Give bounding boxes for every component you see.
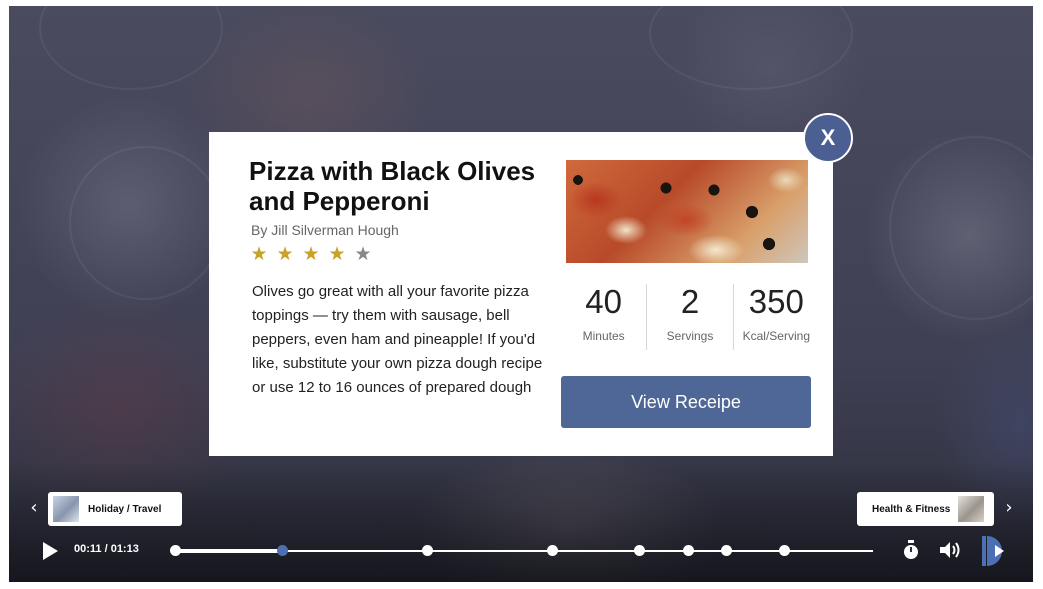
next-thumbnail — [958, 496, 985, 522]
star-icon: ★ — [302, 243, 320, 265]
background-decoration — [889, 136, 1033, 320]
background-decoration — [649, 6, 853, 90]
stat-kcal: 350 Kcal/Serving — [732, 283, 819, 350]
star-icon: ★ — [276, 243, 294, 265]
recipe-card: Pizza with Black Olives and Pepperoni By… — [209, 132, 833, 456]
star-icon: ★ — [328, 243, 346, 265]
recipe-description: Olives go great with all your favorite p… — [252, 283, 543, 396]
chapter-marker[interactable] — [721, 545, 733, 556]
recipe-title: Pizza with Black Olives and Pepperoni — [249, 156, 536, 216]
volume-icon[interactable] — [939, 541, 963, 559]
background-decoration — [39, 6, 223, 90]
pizza-photo — [566, 160, 808, 263]
player-controls: 00:11 / 01:13 — [9, 534, 1033, 568]
star-icon: ★ — [250, 243, 268, 265]
chevron-left-icon[interactable]: ‹ — [26, 499, 42, 517]
chapter-marker[interactable] — [634, 545, 646, 556]
prev-video-label: Holiday / Travel — [88, 503, 162, 515]
stat-value: 350 — [748, 283, 804, 320]
rating-stars: ★ ★ ★ ★ ★ — [249, 244, 373, 264]
time-display: 00:11 / 01:13 — [74, 543, 139, 555]
chevron-right-icon[interactable]: › — [1001, 499, 1017, 517]
stat-label: Minutes — [582, 329, 625, 343]
star-icon: ★ — [354, 243, 372, 265]
chapter-marker[interactable] — [779, 545, 791, 556]
view-recipe-button[interactable]: View Receipe — [561, 376, 811, 428]
logo-icon[interactable] — [982, 536, 1014, 566]
close-button[interactable]: X — [803, 113, 853, 163]
stat-servings: 2 Servings — [646, 284, 732, 350]
play-icon[interactable] — [43, 542, 58, 560]
prev-video-button[interactable]: Holiday / Travel — [48, 492, 182, 526]
stat-label: Servings — [666, 329, 714, 343]
chapter-marker[interactable] — [683, 545, 695, 556]
stat-minutes: 40 Minutes — [561, 284, 646, 350]
recipe-stats: 40 Minutes 2 Servings 350 Kcal/Serving — [561, 284, 819, 350]
progress-fill — [175, 549, 282, 553]
prev-thumbnail — [53, 496, 79, 522]
next-video-label: Health & Fitness — [872, 503, 951, 515]
progress-track[interactable] — [170, 545, 873, 556]
stat-label: Kcal/Serving — [742, 329, 810, 343]
chapter-marker[interactable] — [421, 545, 433, 556]
recipe-author: By Jill Silverman Hough — [251, 222, 399, 238]
next-video-button[interactable]: Health & Fitness — [857, 492, 994, 526]
chapter-marker[interactable] — [546, 545, 558, 556]
video-player: Pizza with Black Olives and Pepperoni By… — [9, 6, 1033, 582]
chapter-marker[interactable] — [170, 545, 181, 556]
stat-value: 2 — [680, 283, 700, 320]
chapter-marker[interactable] — [276, 545, 288, 556]
timer-icon[interactable] — [902, 540, 920, 560]
stat-value: 40 — [585, 283, 623, 320]
background-decoration — [69, 146, 223, 300]
